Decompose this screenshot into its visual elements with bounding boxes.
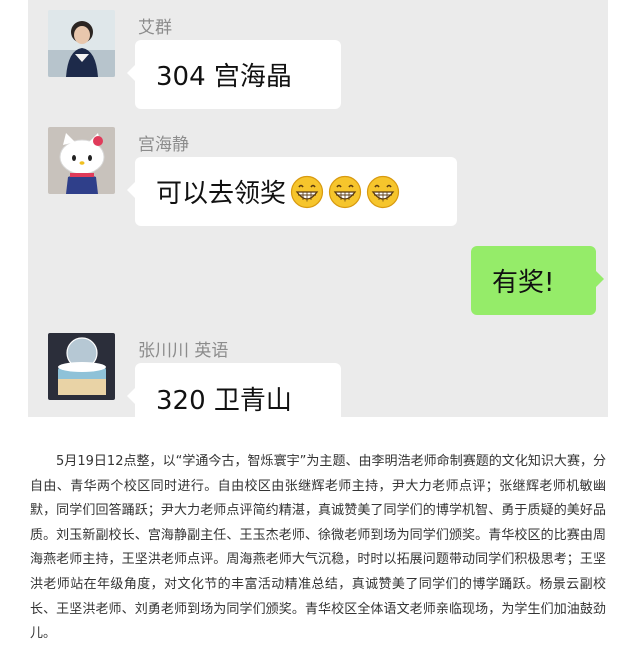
avatar[interactable] bbox=[48, 10, 115, 77]
article-paragraph: 5月19日12点整，以“学通今古，智烁寰宇”为主题、由李明浩老师命制赛题的文化知… bbox=[30, 454, 606, 642]
message-text: 有奖! bbox=[492, 268, 555, 298]
woman-photo-icon bbox=[48, 10, 115, 77]
chat-screenshot: 艾群 304 宫海晶 宫海静 可以去领奖 有奖! 张川川 英语 320 卫青山 bbox=[28, 0, 608, 417]
sender-name: 宫海静 bbox=[138, 135, 189, 155]
message-text: 304 宫海晶 bbox=[156, 62, 292, 92]
message-bubble[interactable]: 304 宫海晶 bbox=[127, 40, 341, 109]
sender-name: 张川川 英语 bbox=[138, 341, 229, 361]
grinning-face-emoji-icon bbox=[366, 175, 400, 208]
grinning-face-emoji-icon bbox=[328, 175, 362, 208]
message-text: 320 卫青山 bbox=[156, 385, 292, 416]
message-bubble[interactable]: 可以去领奖 bbox=[127, 157, 457, 226]
message-text: 可以去领奖 bbox=[156, 179, 287, 209]
cake-photo-icon bbox=[48, 333, 115, 400]
hello-kitty-icon bbox=[48, 127, 115, 194]
avatar[interactable] bbox=[48, 127, 115, 194]
grinning-face-emoji-icon bbox=[290, 175, 324, 208]
message-bubble[interactable]: 320 卫青山 bbox=[127, 363, 341, 417]
message-bubble-self[interactable]: 有奖! bbox=[471, 246, 604, 315]
sender-name: 艾群 bbox=[138, 18, 172, 38]
avatar[interactable] bbox=[48, 333, 115, 400]
